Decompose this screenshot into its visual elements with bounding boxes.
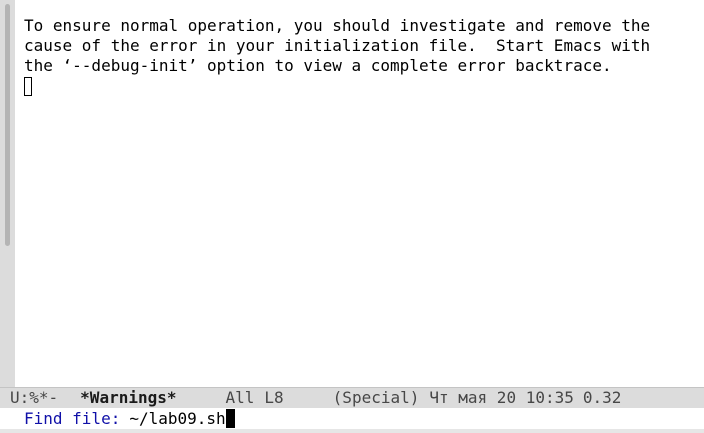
buffer-position: All [225,388,255,407]
emacs-frame: To ensure normal operation, you should i… [0,0,704,433]
buffer-text-line: To ensure normal operation, you should i… [24,16,651,35]
date-time: Чт мая 20 10:35 [429,388,574,407]
major-mode[interactable]: (Special) [333,388,420,408]
buffer-cursor-line [24,76,696,96]
buffer-cursor [24,77,32,96]
warnings-buffer[interactable]: To ensure normal operation, you should i… [24,16,696,386]
buffer-text-line: cause of the error in your initializatio… [24,36,651,55]
minibuffer-cursor [225,409,235,428]
mode-line[interactable]: U:%*- *Warnings* All L8 (Special) Чт мая… [0,387,704,408]
minibuffer-prompt: Find file: [24,408,121,428]
buffer-name[interactable]: *Warnings* [80,388,176,408]
line-number: L8 [264,388,284,407]
buffer-text-line: the ‘--debug-init’ option to view a comp… [24,56,612,75]
vertical-scrollbar[interactable] [0,0,15,387]
find-file-input[interactable]: ~/lab09.sh [129,409,225,429]
frame-bottom-edge [0,429,704,433]
load-average: 0.32 [582,388,622,407]
modified-status: U:%*- [10,388,59,407]
scrollbar-thumb[interactable] [5,4,10,246]
minibuffer[interactable]: Find file: ~/lab09.sh [0,408,704,429]
